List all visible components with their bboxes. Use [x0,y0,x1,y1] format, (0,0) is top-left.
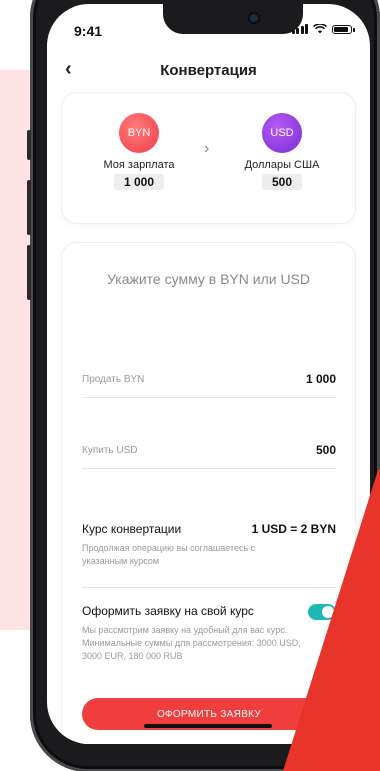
status-time: 9:41 [74,23,103,39]
divider [82,397,336,398]
conversion-form-card: Укажите сумму в BYN или USD Продать BYN … [61,242,356,744]
sell-label: Продать BYN [82,374,145,385]
to-currency-amount: 500 [261,174,303,190]
rate-section: Курс конвертации 1 USD = 2 BYN Продолжая… [82,522,336,568]
rate-note: Продолжая операцию вы соглашаетесь с ука… [82,543,256,566]
wifi-icon [313,24,327,34]
own-rate-toggle[interactable] [308,604,336,620]
notch [163,4,303,34]
rate-value: 1 USD = 2 BYN [251,522,336,536]
sell-value[interactable]: 1 000 [306,372,336,386]
stage: 9:41 ‹ Конвертация BYN Моя зарплата 1 00… [0,0,380,771]
divider [82,468,336,469]
to-currency[interactable]: USD Доллары США 500 [227,113,337,191]
usd-circle: USD [262,113,302,153]
buy-value[interactable]: 500 [316,443,336,457]
buy-field[interactable]: Купить USD 500 [82,443,336,457]
own-rate-note: Мы рассмотрим заявку на удобный для вас … [82,625,301,661]
nav-bar: ‹ Конвертация [47,56,370,84]
own-rate-section: Оформить заявку на свой курс Мы рассмотр… [82,604,336,663]
signal-icon [291,24,308,34]
status-icons [291,24,355,34]
currency-pair-card: BYN Моя зарплата 1 000 › USD Доллары США… [61,92,356,224]
phone-volume-down-button [27,245,31,300]
page-title: Конвертация [160,62,257,79]
sell-field[interactable]: Продать BYN 1 000 [82,372,336,386]
battery-icon [332,25,355,34]
home-indicator [144,724,272,728]
from-currency-amount: 1 000 [113,174,165,190]
phone-mute-button [27,130,31,160]
phone-volume-up-button [27,180,31,235]
divider [82,587,336,588]
buy-label: Купить USD [82,445,138,456]
from-currency[interactable]: BYN Моя зарплата 1 000 [84,113,194,191]
chevron-right-icon: › [204,140,210,157]
camera-icon [250,14,258,22]
amount-prompt: Укажите сумму в BYN или USD [107,271,310,287]
to-currency-label: Доллары США [244,159,320,171]
own-rate-title: Оформить заявку на свой курс [82,604,254,618]
byn-circle: BYN [119,113,159,153]
phone-screen: 9:41 ‹ Конвертация BYN Моя зарплата 1 00… [47,4,370,744]
from-currency-label: Моя зарплата [103,159,175,171]
